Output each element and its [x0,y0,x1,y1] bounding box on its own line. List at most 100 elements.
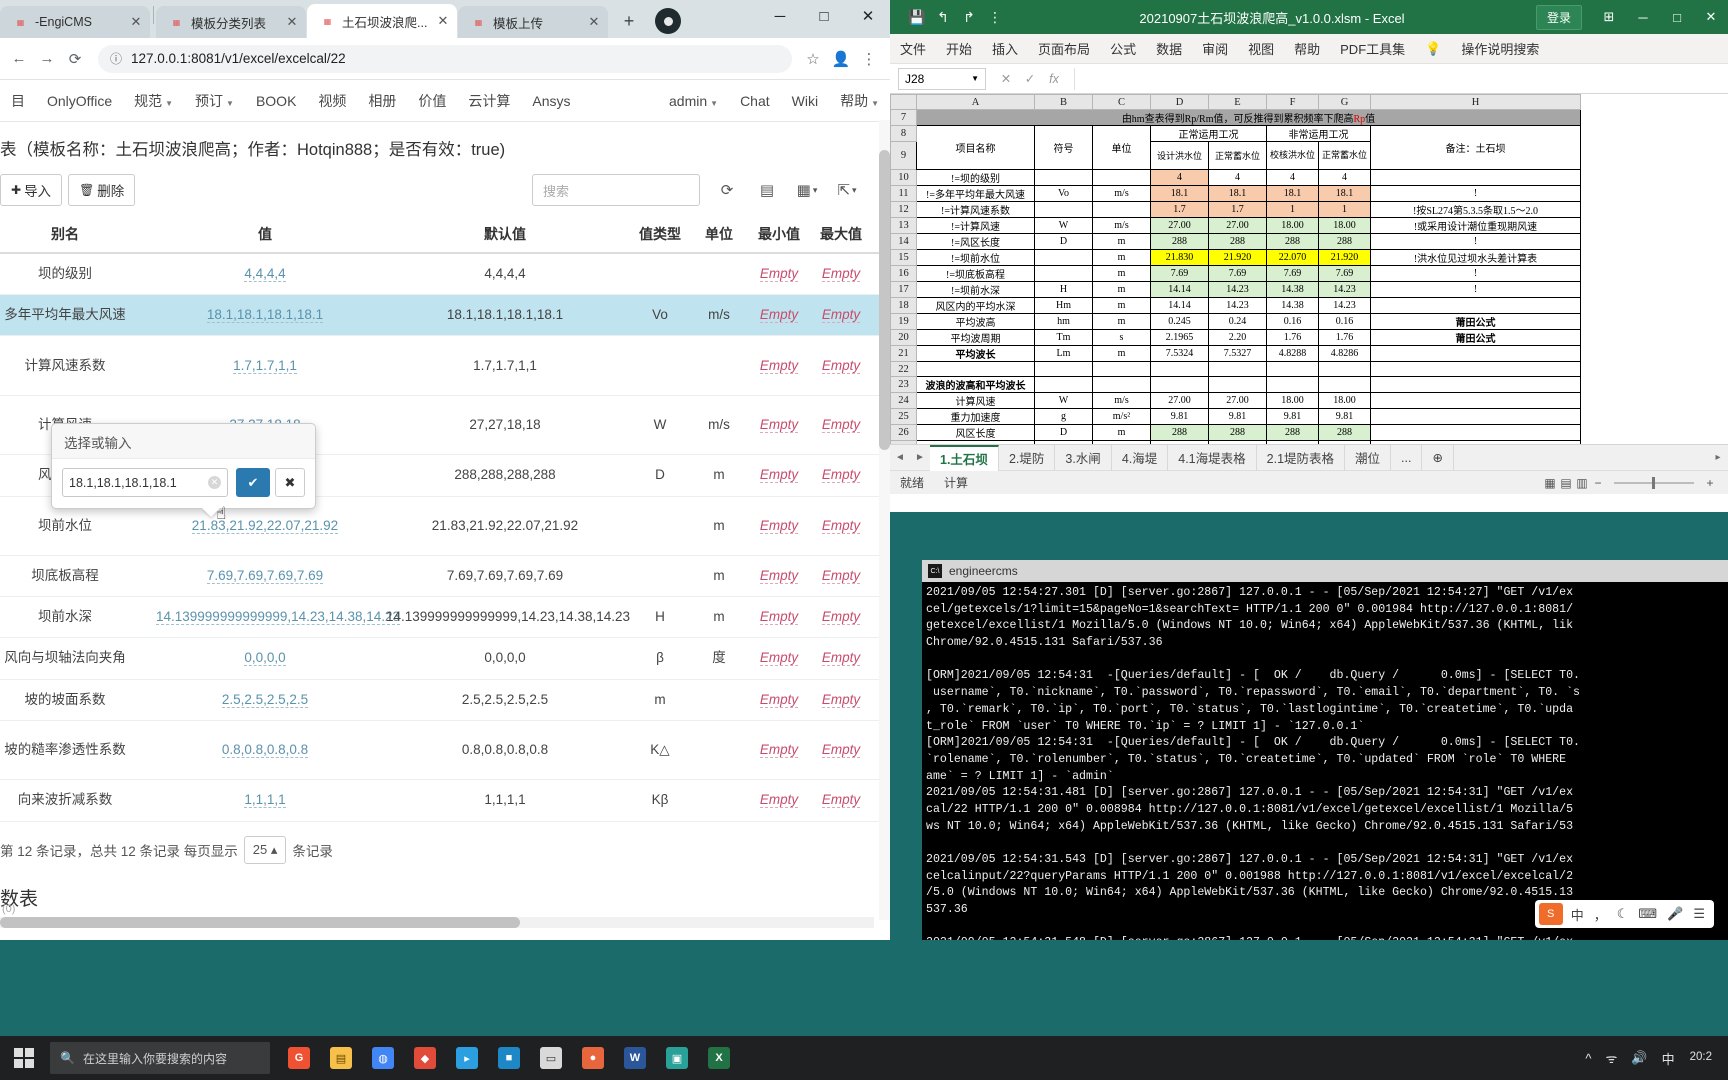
mic-icon[interactable]: 🎤 [1662,906,1688,922]
scroll-thumb[interactable] [0,917,520,928]
cell-B[interactable]: Vo [1034,185,1093,202]
site-nav-item-chat[interactable]: Chat [729,93,781,109]
cell-A[interactable]: 风区长度 [916,424,1035,441]
cell-E[interactable]: 9.81 [1208,408,1267,425]
cell-F8-merged[interactable]: 非常运用工况 [1266,125,1371,142]
ribbon-tab-page-layout[interactable]: 页面布局 [1028,39,1100,58]
cell-B[interactable] [1034,376,1093,393]
cell-C8[interactable]: 单位 [1092,125,1151,170]
ribbon-tab-insert[interactable]: 插入 [982,39,1028,58]
cell-max[interactable]: Empty [810,335,872,396]
ribbon-tab-file[interactable]: 文件 [890,39,936,58]
cell-min[interactable]: Empty [748,555,810,598]
ribbon-tab-pdf-tools[interactable]: PDF工具集 [1330,39,1415,58]
cell-F[interactable]: 0.16 [1266,313,1319,330]
sign-in-button[interactable]: 登录 [1535,4,1582,30]
cell-E[interactable]: 27.00 [1208,392,1267,409]
cell-A[interactable]: 平均波高 [916,313,1035,330]
row-header[interactable]: 11 [890,185,917,202]
cell-B[interactable]: g [1034,408,1093,425]
row-header-9[interactable]: 9 [890,141,917,170]
cell-B[interactable]: H [1034,281,1093,298]
zoom-out-button[interactable]: − [1590,476,1606,490]
cell-H[interactable]: ! [1370,265,1581,282]
browser-tab-3[interactable]: ▦ 模板上传 ✕ [458,6,608,38]
cell-min[interactable]: Empty [748,395,810,456]
tab-close-icon[interactable]: ✕ [586,14,602,30]
add-sheet-icon[interactable]: ⊕ [1422,444,1454,471]
excel-row-25[interactable]: 25 重力加速度 g m/s² 9.81 9.81 9.81 9.81 [890,408,1581,425]
cell-G[interactable]: 9.81 [1318,408,1371,425]
cell-C[interactable]: m [1092,233,1151,250]
cell-D[interactable]: 18.1 [1150,185,1209,202]
cell-D[interactable]: 27.00 [1150,217,1209,234]
maximize-button[interactable]: □ [802,0,846,32]
cell-G[interactable]: 14.23 [1318,281,1371,298]
cell-min[interactable]: Empty [748,596,810,639]
excel-row-19[interactable]: 19 平均波高 hm m 0.245 0.24 0.16 0.16 莆田公式 [890,313,1581,330]
excel-row-20[interactable]: 20 平均波周期 Tm s 2.1965 2.20 1.76 1.76 莆田公式 [890,329,1581,346]
import-button[interactable]: ✚ 导入 [0,174,63,206]
site-nav-item-wiki[interactable]: Wiki [781,93,829,109]
cell-B[interactable]: gD/W² [1034,440,1093,444]
site-info-icon[interactable]: ⓘ [110,50,122,67]
cell-value[interactable]: 18.1,18.1,18.1,18.1 [150,294,380,337]
clear-icon[interactable]: ✕ [208,476,221,489]
excel-row-17[interactable]: 17 !=坝前水深 H m 14.14 14.23 14.38 14.23 ! [890,281,1581,298]
new-tab-button[interactable]: + [615,7,643,35]
cell-F[interactable]: 7.69 [1266,265,1319,282]
row-header[interactable]: 20 [890,329,917,346]
excel-row-8[interactable]: 8 项目名称 符号 单位 正常运用工况 非常运用工况 备注：土石坝 [890,125,1581,170]
cell-F[interactable]: 14.38 [1266,281,1319,298]
row-header[interactable]: 10 [890,169,917,186]
cell-H[interactable] [1370,408,1581,425]
table-row[interactable]: 坝前水深 坝前水深 14.139999999999999,14.23,14.38… [0,596,890,639]
th-alias[interactable]: 别名 [0,216,150,254]
row-header[interactable]: 17 [890,281,917,298]
network-icon[interactable]: ᯤ [1599,1049,1625,1067]
cell-G[interactable]: 1.76 [1318,329,1371,346]
chrome-menu-icon[interactable]: ⋮ [856,46,882,72]
cell-D[interactable]: 0.245 [1150,313,1209,330]
cell-value[interactable]: 0,0,0,0 [150,637,380,680]
cell-C[interactable]: m/s [1092,217,1151,234]
ribbon-tab-data[interactable]: 数据 [1146,39,1192,58]
cell-C[interactable]: m/s² [1092,408,1151,425]
cell-G[interactable]: 4.8286 [1318,345,1371,362]
ribbon-tab-review[interactable]: 审阅 [1192,39,1238,58]
cancel-icon[interactable]: ✕ [994,71,1018,86]
cell-D[interactable]: 288 [1150,233,1209,250]
cell-F[interactable]: 288 [1266,233,1319,250]
excel-row-10[interactable]: 10 !=坝的级别 4 4 4 4 [890,169,1581,186]
cell-E[interactable]: 2.20 [1208,329,1267,346]
column-header-G[interactable]: G [1318,94,1371,110]
sheet-tab-0[interactable]: 1.土石坝 [930,444,999,471]
cell-A[interactable]: 平均波周期 [916,329,1035,346]
cell-C[interactable] [1092,169,1151,186]
cell-H[interactable]: 莆田公式 [1370,313,1581,330]
cancel-button[interactable]: ✖ [275,468,305,497]
cell-C[interactable]: m [1092,297,1151,314]
cell-value[interactable]: 1.7,1.7,1,1 [150,335,380,396]
cell-H[interactable] [1370,376,1581,393]
site-nav-item-3[interactable]: 预订 ▼ [184,91,245,111]
cell-A[interactable]: 波浪的波高和平均波长 [916,376,1035,393]
cell-A[interactable]: 平均波长 [916,345,1035,362]
cell-min[interactable]: Empty [748,679,810,721]
cell-F[interactable]: 9.81 [1266,408,1319,425]
cell-H[interactable] [1370,440,1581,444]
zoom-in-button[interactable]: + [1702,476,1718,490]
cell-B[interactable] [1034,249,1093,266]
volume-icon[interactable]: 🔊 [1624,1050,1654,1066]
cell-E9[interactable]: 正常蓄水位 [1208,141,1267,170]
redo-icon[interactable]: ↱ [956,9,982,26]
minimize-button[interactable]: ─ [1626,10,1660,25]
name-box[interactable]: J28 ▼ [898,67,986,90]
row-header[interactable]: 23 [890,376,917,393]
cell-F[interactable]: 18.00 [1266,217,1319,234]
cell-D[interactable] [1150,361,1209,377]
cell-B[interactable]: D [1034,233,1093,250]
share-icon[interactable]: ⊞ [1592,9,1626,25]
excel-row-12[interactable]: 12 !=计算风速系数 1.7 1.7 1 1 !按SL274第5.3.5条取1… [890,201,1581,218]
excel-row-22[interactable]: 22 [890,361,1581,377]
